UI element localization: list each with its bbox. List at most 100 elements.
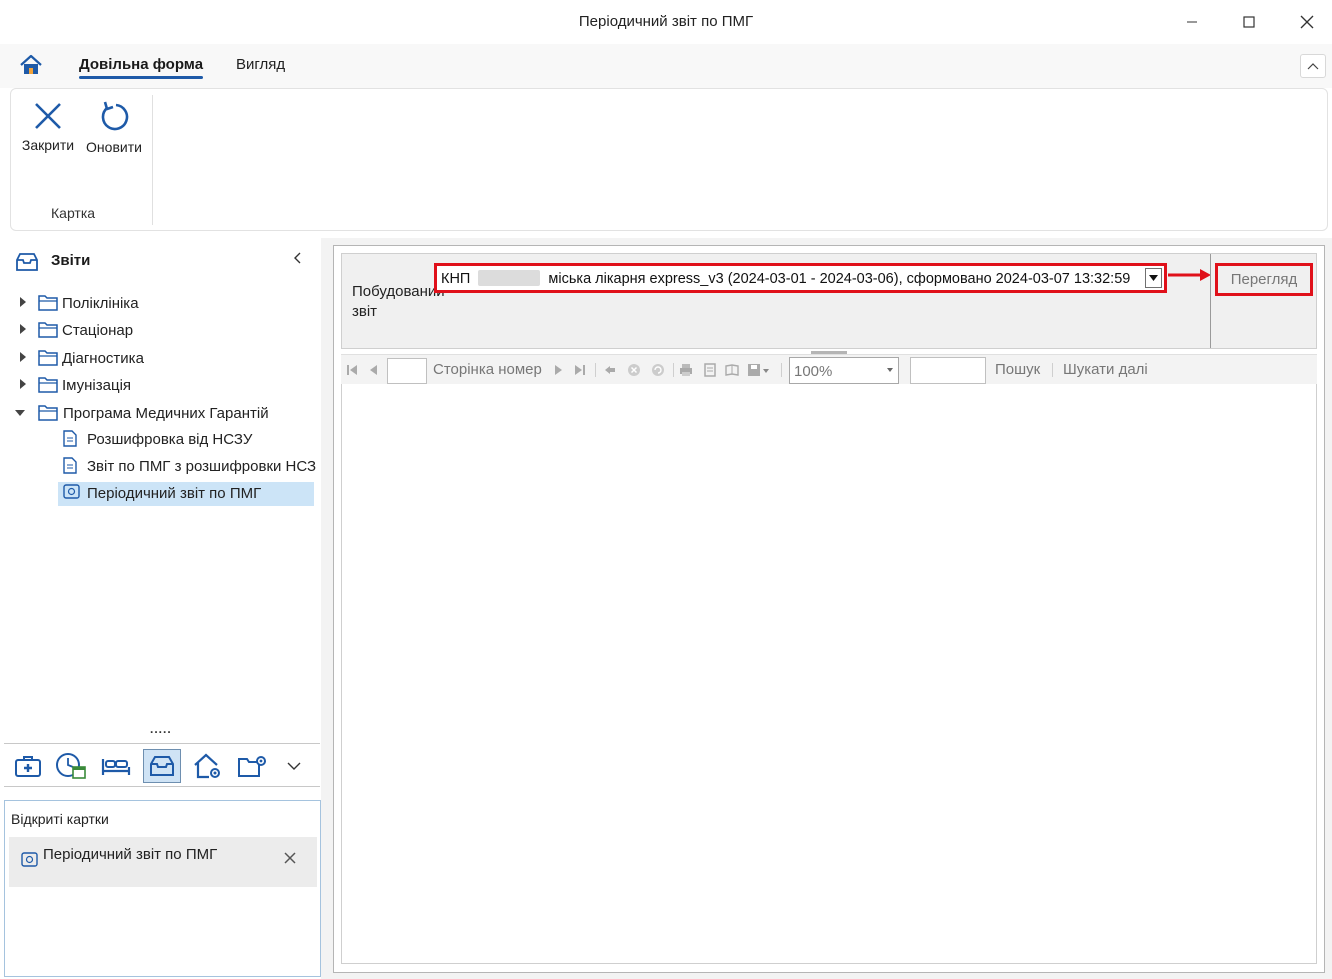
export-icon[interactable] [747,363,769,377]
expand-arrow-icon[interactable] [18,296,28,308]
folder-icon [38,295,58,311]
nav-inpatient[interactable] [97,749,135,783]
inbox-icon [150,756,174,776]
parameters-divider [1210,254,1211,348]
nav-medical-kit[interactable] [9,749,47,783]
window-title: Періодичний звіт по ПМГ [578,13,754,30]
tree-folder-label: Діагностика [62,350,144,367]
back-icon[interactable] [603,363,617,377]
page-setup-icon[interactable] [725,363,739,377]
ribbon-tabs: Довільна форма Вигляд [0,44,1332,88]
collapse-ribbon-button[interactable] [1300,54,1326,78]
title-bar: Періодичний звіт по ПМГ [0,0,1332,44]
reports-header: Звіти [14,250,314,274]
report-prefix: КНП [441,271,471,287]
report-suffix: міська лікарня express_v3 (2024-03-01 - … [548,271,1131,287]
reports-title: Звіти [51,252,91,269]
close-icon [35,103,61,129]
chevron-left-icon [294,252,301,264]
find-next-button[interactable]: Шукати далі [1063,361,1148,378]
minimize-button[interactable] [1170,8,1214,36]
nav-home-settings[interactable] [189,749,227,783]
stop-icon[interactable] [627,363,641,377]
close-card-label: Закрити [21,137,75,153]
bed-icon [101,759,131,775]
collapse-panel-button[interactable] [292,251,302,270]
previous-page-icon[interactable] [367,363,381,377]
preview-button[interactable]: Перегляд [1215,263,1313,296]
built-report-label: Побудований звіт [352,283,445,320]
document-icon [63,457,77,474]
tree-item-label: Звіт по ПМГ з розшифровки НСЗ [87,458,317,475]
report-parameters: Побудований звіт КНП міська лікарня expr… [341,253,1317,349]
tree-folder-label: Поліклініка [62,295,139,312]
print-layout-icon[interactable] [703,363,717,377]
report-viewer-toolbar: Сторінка номер 100% Пошук Шукати далі [341,354,1317,384]
left-panel: Звіти Поліклініка Стаціонар Діагностика … [0,238,321,979]
tree-item-label: Періодичний звіт по ПМГ [87,485,262,502]
refresh-report-icon[interactable] [651,363,665,377]
nav-reports[interactable] [143,749,181,783]
report-icon [63,484,80,499]
folder-icon [38,377,58,393]
tree-folder-pmg[interactable]: Програма Медичних Гарантій [14,402,308,426]
report-canvas [341,384,1317,964]
expand-arrow-icon[interactable] [18,378,28,390]
first-page-icon[interactable] [345,363,359,377]
report-viewer-frame: Побудований звіт КНП міська лікарня expr… [333,245,1325,973]
refresh-button[interactable]: Оновити [81,101,147,165]
toolbar-divider [673,363,674,377]
open-card-label: Періодичний звіт по ПМГ [43,846,218,863]
print-icon[interactable] [679,363,693,377]
close-card-button[interactable]: Закрити [15,101,81,165]
tree-item-pmg-report-from-decoding[interactable]: Звіт по ПМГ з розшифровки НСЗ [58,455,317,479]
refresh-icon [101,101,129,131]
tree-folder-label: Стаціонар [62,322,134,339]
maximize-button[interactable] [1227,8,1271,36]
tree-item-periodic-pmg-report[interactable]: Періодичний звіт по ПМГ [58,482,314,506]
redacted-name [478,270,541,286]
built-report-select[interactable]: КНП міська лікарня express_v3 (2024-03-0… [434,263,1167,293]
zoom-select[interactable]: 100% [789,357,899,384]
close-window-button[interactable] [1285,8,1329,36]
nav-more-button[interactable] [279,749,309,783]
folder-settings-icon [238,756,266,777]
page-number-input[interactable] [387,358,427,384]
refresh-label: Оновити [86,139,142,155]
close-icon [1300,15,1314,29]
open-card-item[interactable]: Періодичний звіт по ПМГ [9,837,317,887]
panel-splitter[interactable]: ..... [150,722,172,736]
document-icon [63,430,77,447]
module-nav-strip [4,743,320,787]
open-cards-header: Відкриті картки [11,811,109,827]
collapse-arrow-icon[interactable] [14,408,26,418]
tab-free-form[interactable]: Довільна форма [79,56,204,79]
dropdown-arrow-icon [1149,275,1158,281]
close-card-icon[interactable] [283,851,297,865]
expand-arrow-icon[interactable] [18,351,28,363]
next-page-icon[interactable] [551,363,565,377]
search-input[interactable] [910,357,986,384]
tree-folder-inpatient[interactable]: Стаціонар [18,319,308,343]
ribbon-group-label: Картка [51,205,96,221]
folder-icon [38,322,58,338]
last-page-icon[interactable] [573,363,587,377]
nav-schedule[interactable] [52,749,90,783]
tree-item-nhsu-decoding[interactable]: Розшифровка від НСЗУ [58,428,314,452]
tree-folder-diagnostics[interactable]: Діагностика [18,347,308,371]
tree-folder-immunization[interactable]: Імунізація [18,374,308,398]
toolbar-divider [595,363,596,377]
search-button[interactable]: Пошук [995,361,1040,378]
nav-folder-settings[interactable] [233,749,271,783]
home-icon[interactable] [19,54,43,76]
home-settings-icon [194,753,220,779]
tab-view[interactable]: Вигляд [236,56,285,73]
report-icon [21,852,38,867]
tree-folder-polyclinic[interactable]: Поліклініка [18,292,308,316]
report-dropdown-button[interactable] [1145,268,1162,288]
main-content: Побудований звіт КНП міська лікарня expr… [321,238,1332,979]
clock-calendar-icon [56,753,86,779]
toolbar-divider [1052,363,1053,377]
minimize-icon [1187,21,1197,23]
expand-arrow-icon[interactable] [18,323,28,335]
